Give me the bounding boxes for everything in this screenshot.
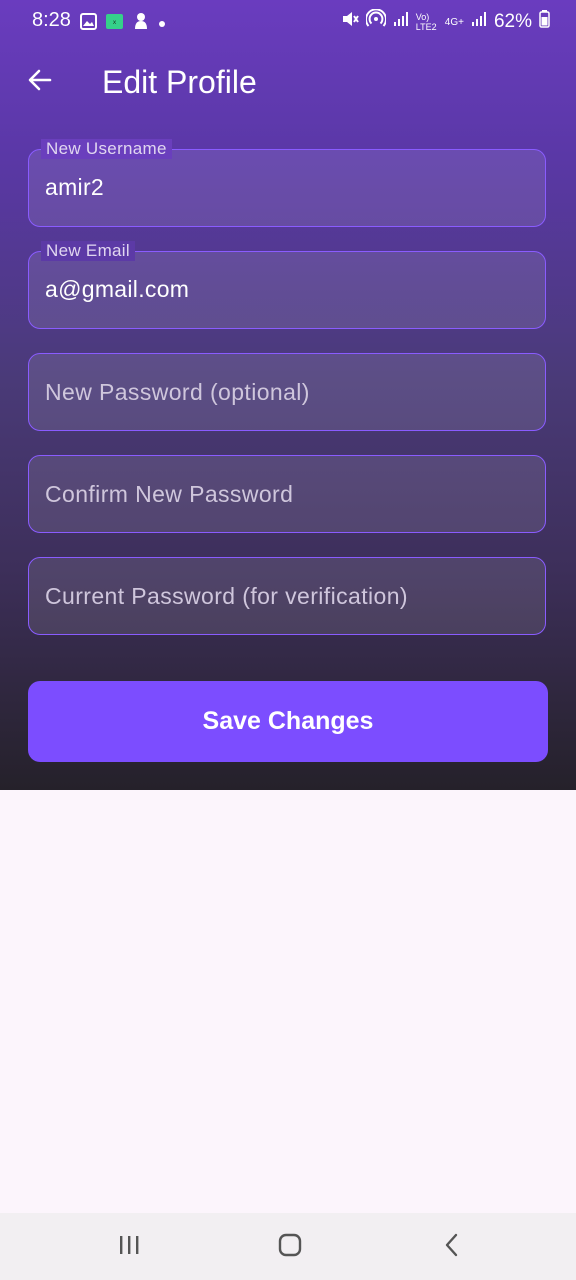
current-password-field[interactable]: Current Password (for verification)	[28, 557, 546, 635]
status-bar: 8:28 x Vo) LTE2 4G+ 62%	[0, 0, 576, 44]
home-button[interactable]	[270, 1231, 310, 1263]
page-title: Edit Profile	[102, 64, 257, 100]
volte-label: Vo) LTE2	[415, 12, 437, 32]
email-value: a@gmail.com	[45, 276, 190, 302]
status-left-icons: x	[80, 12, 166, 35]
save-changes-button[interactable]: Save Changes	[28, 681, 548, 762]
status-time: 8:28	[32, 9, 71, 31]
battery-icon	[539, 10, 550, 34]
username-field[interactable]: New Username amir2	[28, 139, 546, 227]
network-label: 4G+	[444, 16, 464, 28]
confirm-password-field[interactable]: Confirm New Password	[28, 455, 546, 533]
username-label: New Username	[41, 139, 172, 159]
back-icon	[442, 1233, 462, 1262]
confirm-password-placeholder: Confirm New Password	[45, 481, 294, 507]
recent-apps-button[interactable]	[109, 1231, 149, 1263]
header-gradient-area: 8:28 x Vo) LTE2 4G+ 62% Edit Profile New…	[0, 0, 576, 790]
app-notification-icon: x	[106, 13, 123, 35]
back-button[interactable]	[20, 62, 60, 102]
pet-icon	[132, 12, 149, 35]
app-bar: Edit Profile	[0, 52, 576, 112]
new-password-placeholder: New Password (optional)	[45, 379, 310, 405]
email-field[interactable]: New Email a@gmail.com	[28, 241, 546, 329]
arrow-back-icon	[27, 67, 53, 98]
image-icon	[80, 12, 97, 35]
battery-percent: 62%	[493, 11, 532, 32]
signal-icon	[393, 11, 409, 33]
hotspot-icon	[364, 8, 387, 35]
recent-apps-icon	[117, 1234, 141, 1261]
current-password-placeholder: Current Password (for verification)	[45, 583, 408, 609]
signal-icon	[471, 11, 487, 33]
status-right-icons: Vo) LTE2 4G+ 62%	[341, 8, 550, 35]
username-value: amir2	[45, 174, 105, 200]
svg-text:x: x	[113, 19, 117, 26]
dot-icon	[158, 15, 166, 33]
email-label: New Email	[41, 241, 135, 261]
navigation-bar	[0, 1213, 576, 1280]
system-back-button[interactable]	[432, 1231, 472, 1263]
mute-icon	[341, 10, 359, 34]
new-password-field[interactable]: New Password (optional)	[28, 353, 546, 431]
home-icon	[278, 1233, 302, 1262]
